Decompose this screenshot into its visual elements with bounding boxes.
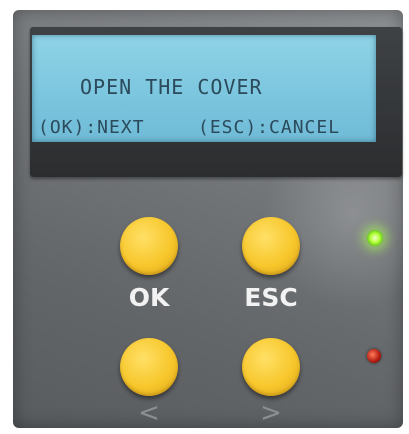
esc-button[interactable] [242, 217, 300, 275]
ok-button-label: OK [128, 283, 170, 312]
status-led-green [367, 230, 383, 246]
error-led-red [367, 349, 381, 363]
left-arrow-icon: < [138, 398, 160, 428]
lcd-display: OPEN THE COVER (OK):NEXT (ESC):CANCEL [32, 35, 376, 142]
lcd-message: OPEN THE COVER [80, 75, 263, 99]
right-arrow-icon: > [260, 398, 282, 428]
ok-button[interactable] [120, 217, 178, 275]
lcd-cancel-hint: (ESC):CANCEL [198, 117, 341, 138]
esc-button-label: ESC [244, 283, 298, 312]
previous-button[interactable] [120, 338, 178, 396]
next-button[interactable] [242, 338, 300, 396]
printer-control-panel-photo: OPEN THE COVER (OK):NEXT (ESC):CANCEL OK… [0, 0, 409, 434]
